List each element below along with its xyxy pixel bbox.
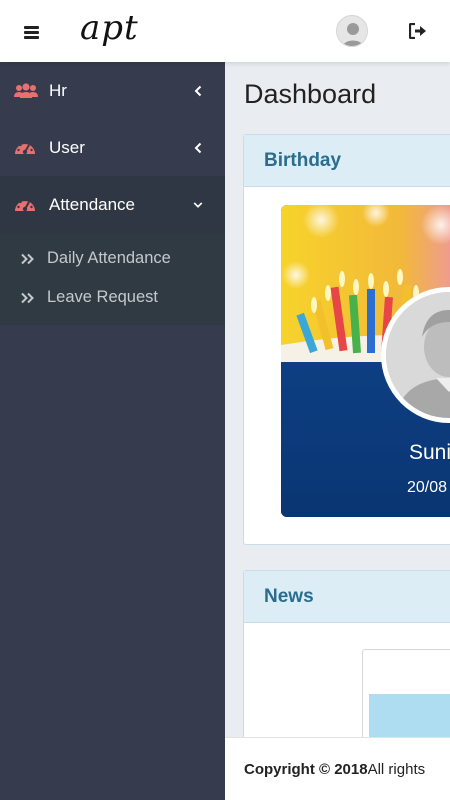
sidebar-subitem-daily-attendance[interactable]: Daily Attendance [0,239,225,278]
user-avatar-icon[interactable] [336,15,368,47]
dashboard-gauge-icon [14,195,40,215]
chevron-left-icon [193,85,203,97]
app-logo[interactable]: apt [80,8,139,48]
birthday-card-header: Birthday [244,135,450,187]
main-content: Dashboard Birthday Suni 20/08 News [225,62,450,800]
birthday-card: Birthday Suni 20/08 [243,134,450,545]
sidebar-subitem-label: Daily Attendance [47,249,171,267]
news-card-header: News [244,571,450,623]
sidebar: Hr User Attendance Daily Attendance Leav… [0,62,225,800]
footer: Copyright © 2018 All rights [225,737,450,800]
chevron-left-icon [193,142,203,154]
hamburger-icon[interactable] [14,18,48,46]
sidebar-item-attendance[interactable]: Attendance [0,176,225,233]
attendance-submenu: Daily Attendance Leave Request [0,233,225,325]
footer-copyright: Copyright © 2018 [244,760,368,778]
sidebar-subitem-leave-request[interactable]: Leave Request [0,278,225,317]
birthday-tile: Suni 20/08 [281,205,450,517]
double-chevron-right-icon [20,252,38,266]
users-icon [14,81,40,101]
logout-icon[interactable] [404,17,432,45]
sidebar-item-hr[interactable]: Hr [0,62,225,119]
sidebar-item-label: Hr [49,80,67,100]
chevron-down-icon [193,199,203,211]
double-chevron-right-icon [20,291,38,305]
footer-rights: All rights [367,760,426,778]
sidebar-subitem-label: Leave Request [47,288,158,306]
sidebar-item-label: User [49,137,85,157]
birthday-person-name: Suni [409,441,450,464]
sidebar-item-label: Attendance [49,194,136,214]
dashboard-gauge-icon [14,138,40,158]
top-navbar: apt [0,0,450,62]
page-title: Dashboard [244,79,377,109]
sidebar-item-user[interactable]: User [0,119,225,176]
birthday-date: 20/08 [407,479,448,496]
